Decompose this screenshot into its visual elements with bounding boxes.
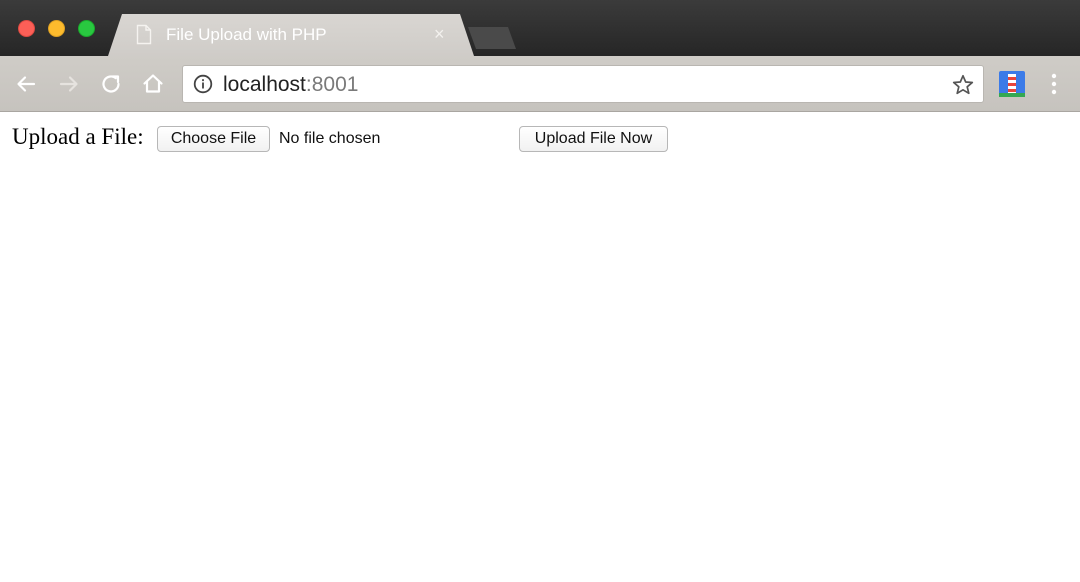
upload-file-button[interactable]: Upload File Now <box>519 126 668 152</box>
window-minimize-button[interactable] <box>48 20 65 37</box>
tab-close-icon[interactable]: × <box>434 24 445 45</box>
upload-label: Upload a File: <box>12 124 144 149</box>
extension-icon[interactable] <box>999 71 1025 97</box>
back-arrow-icon[interactable] <box>12 70 40 98</box>
browser-toolbar: localhost:8001 <box>0 56 1080 112</box>
new-tab-button[interactable] <box>468 27 516 49</box>
tab-title: File Upload with PHP <box>166 25 327 44</box>
window-close-button[interactable] <box>18 20 35 37</box>
url-host: localhost <box>223 73 306 96</box>
file-status-text: No file chosen <box>279 130 381 147</box>
browser-titlebar: File Upload with PHP × <box>0 0 1080 56</box>
browser-tab-active[interactable]: File Upload with PHP × <box>108 14 474 56</box>
choose-file-button[interactable]: Choose File <box>157 126 270 152</box>
info-icon[interactable] <box>193 74 213 94</box>
window-zoom-button[interactable] <box>78 20 95 37</box>
page-content: Upload a File: Choose File No file chose… <box>0 112 1080 582</box>
reload-icon[interactable] <box>97 70 125 98</box>
address-bar[interactable]: localhost:8001 <box>182 65 984 103</box>
star-icon[interactable] <box>951 73 975 97</box>
url-port: :8001 <box>305 73 359 96</box>
url-text[interactable]: localhost:8001 <box>223 73 358 97</box>
home-icon[interactable] <box>139 70 167 98</box>
forward-arrow-icon[interactable] <box>55 70 83 98</box>
document-icon <box>136 24 152 45</box>
vertical-dots-icon[interactable] <box>1044 70 1064 98</box>
